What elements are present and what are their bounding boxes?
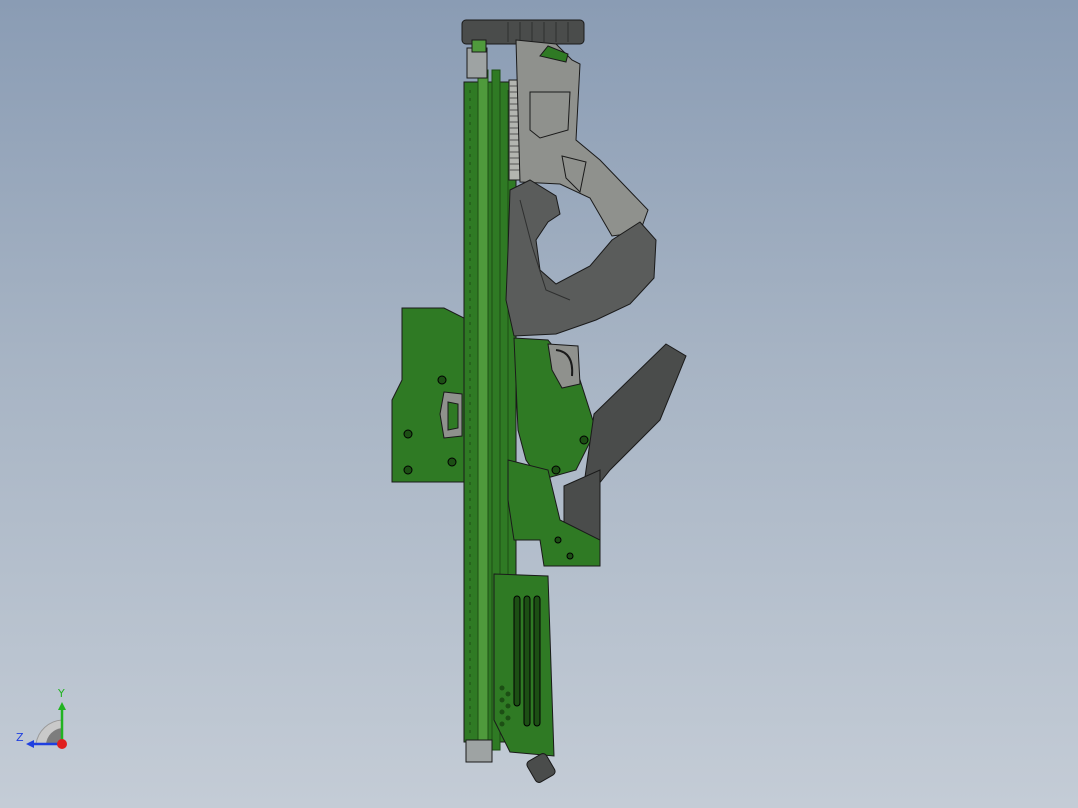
triad-graphic [26, 702, 67, 749]
trigger-group[interactable] [513, 337, 597, 481]
muzzle-device[interactable] [525, 752, 556, 784]
graphics-viewport[interactable]: Y Z [0, 0, 1078, 808]
z-axis-label: Z [16, 731, 24, 744]
y-axis-label: Y [58, 687, 65, 700]
magazine-well-housing[interactable] [391, 307, 465, 483]
coordinate-triad: Y Z [0, 680, 90, 760]
handguard[interactable] [493, 573, 555, 757]
rifle-model-section-view[interactable] [0, 0, 1078, 808]
